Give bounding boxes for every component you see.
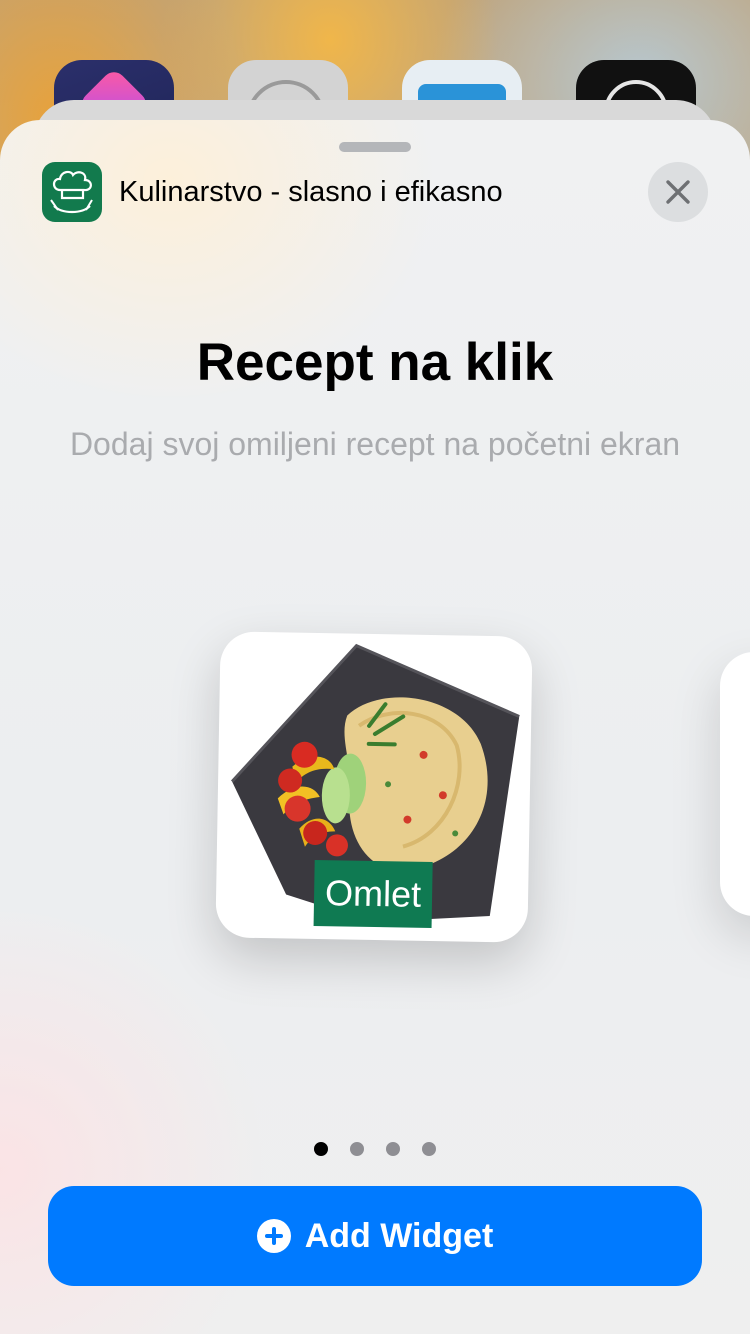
widget-title: Recept na klik (196, 333, 554, 392)
app-name: Kulinarstvo - slasno i efikasno (119, 176, 503, 208)
add-widget-label: Add Widget (304, 1216, 494, 1255)
page-dot-1[interactable] (314, 1142, 328, 1156)
next-widget-preview[interactable] (720, 652, 750, 916)
plus-circle-icon (256, 1219, 291, 1253)
close-button[interactable] (648, 162, 708, 222)
page-dot-4[interactable] (422, 1142, 436, 1156)
chef-hat-icon (42, 162, 102, 222)
page-dot-3[interactable] (386, 1142, 400, 1156)
close-icon (666, 180, 690, 204)
add-widget-button[interactable]: Add Widget (48, 1186, 702, 1286)
widget-subtitle: Dodaj svoj omiljeni recept na početni ek… (69, 426, 681, 462)
sheet-grabber[interactable] (339, 142, 411, 152)
widget-preview-omlet[interactable]: Omlet (215, 631, 533, 943)
page-indicator[interactable] (0, 1142, 750, 1156)
page-dot-2[interactable] (350, 1142, 364, 1156)
widget-label: Omlet (313, 859, 433, 929)
widget-gallery-sheet: Kulinarstvo - slasno i efikasno Recept n… (0, 120, 750, 1334)
